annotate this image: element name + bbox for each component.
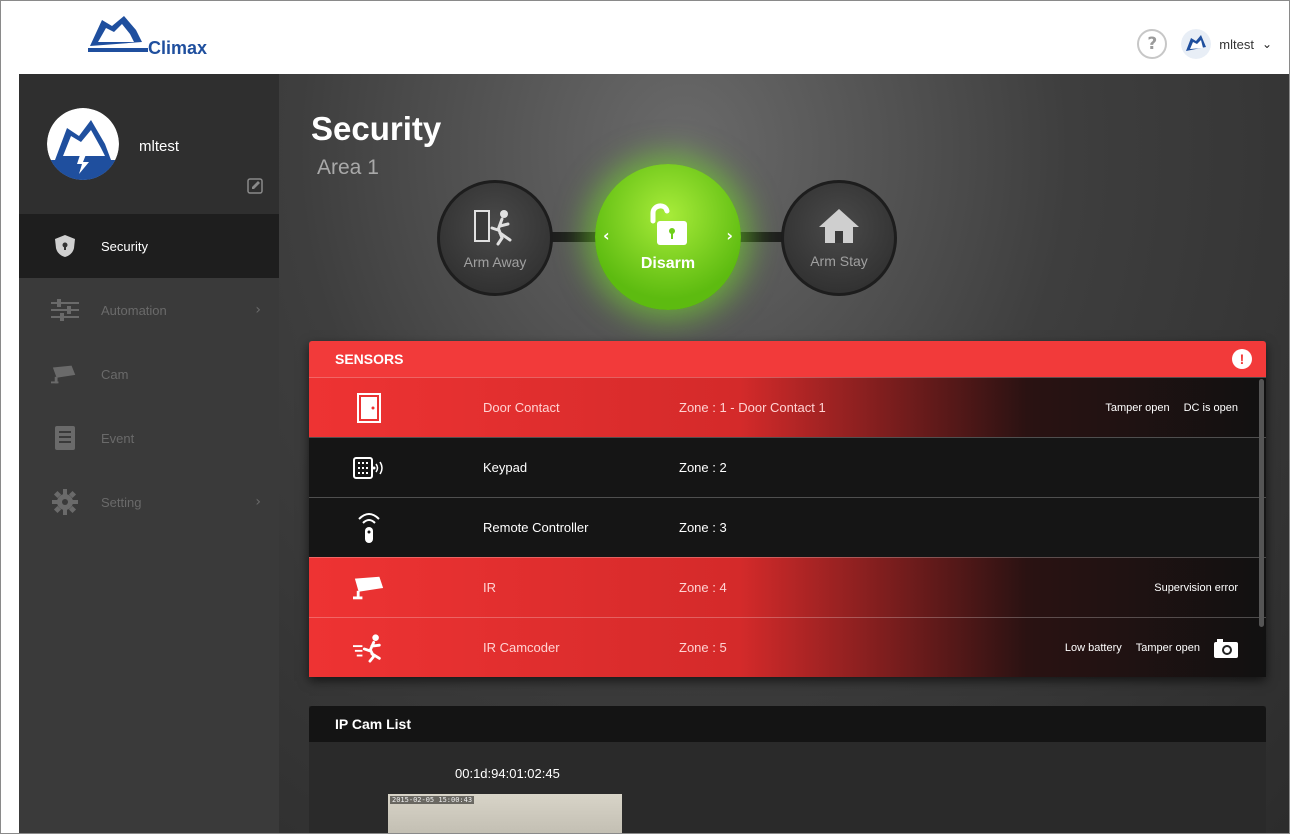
sensor-status: Low battery Tamper open: [1065, 638, 1238, 658]
sensor-name: IR Camcoder: [483, 640, 560, 655]
sidebar-item-label: Automation: [101, 302, 167, 318]
ipcam-title: IP Cam List: [335, 716, 411, 732]
chevron-right-icon[interactable]: ›: [726, 226, 733, 245]
camera-mac-address: 00:1d:94:01:02:45: [455, 766, 560, 781]
chevron-down-icon[interactable]: ⌄: [1262, 37, 1272, 51]
alert-icon[interactable]: !: [1232, 349, 1252, 369]
sidebar-item-security[interactable]: Security: [19, 214, 279, 278]
camera-icon: [51, 360, 79, 388]
sidebar-item-label: Security: [101, 238, 148, 254]
sensor-name: Keypad: [483, 460, 528, 475]
disarm-button[interactable]: Disarm ‹ ›: [595, 164, 741, 310]
arm-stay-label: Arm Stay: [810, 253, 868, 269]
status-text: Supervision error: [1154, 581, 1238, 594]
profile-avatar[interactable]: [47, 108, 119, 180]
sensor-name: Remote Controller: [483, 520, 589, 535]
sensor-zone: Zone : 4: [679, 580, 727, 595]
shield-icon: [51, 232, 79, 260]
remote-icon: [353, 512, 385, 544]
arm-stay-button[interactable]: Arm Stay: [781, 180, 897, 296]
sidebar-item-automation[interactable]: Automation ›: [19, 278, 279, 342]
exit-door-icon: [474, 210, 512, 246]
camera-thumbnail[interactable]: 2015-02-05 15:00:43: [388, 794, 622, 833]
sidebar: mltest Security Automation › Cam Event S…: [19, 74, 279, 833]
profile-username: mltest: [139, 138, 180, 155]
sensor-status: Supervision error: [1154, 582, 1238, 594]
keypad-icon: [353, 452, 385, 484]
sidebar-item-label: Setting: [101, 494, 142, 510]
unlocked-padlock-icon: [650, 203, 687, 245]
status-text: Tamper open: [1105, 401, 1170, 414]
sidebar-item-label: Event: [101, 430, 135, 446]
sensor-row[interactable]: Door Contact Zone : 1 - Door Contact 1 T…: [309, 377, 1266, 437]
status-text: Tamper open: [1135, 641, 1200, 654]
user-menu[interactable]: mltest ⌄: [1181, 29, 1272, 59]
sensors-header: SENSORS !: [309, 341, 1266, 377]
chevron-right-icon: ›: [255, 302, 261, 318]
help-icon[interactable]: ?: [1137, 29, 1168, 59]
disarm-label: Disarm: [640, 255, 696, 272]
edit-icon[interactable]: [247, 178, 263, 194]
app-window: Climax ? mltest ⌄ mltest Security Automa…: [0, 0, 1290, 834]
chevron-left-icon[interactable]: ‹: [603, 226, 610, 245]
sensor-zone: Zone : 5: [679, 640, 727, 655]
arm-away-button[interactable]: Arm Away: [437, 180, 553, 296]
sensors-scrollbar[interactable]: [1259, 379, 1264, 627]
sensor-status: Tamper open DC is open: [1105, 402, 1238, 414]
sensor-row[interactable]: Keypad Zone : 2: [309, 437, 1266, 497]
sidebar-item-cam[interactable]: Cam: [19, 342, 279, 406]
arm-away-label: Arm Away: [463, 254, 527, 270]
status-text: Low battery: [1064, 641, 1122, 654]
camera-timestamp: 2015-02-05 15:00:43: [390, 796, 475, 804]
gear-icon: [51, 488, 79, 516]
sensor-name: IR: [483, 580, 496, 595]
status-text: DC is open: [1183, 401, 1238, 414]
profile-card: mltest: [19, 74, 279, 214]
sidebar-item-event[interactable]: Event: [19, 406, 279, 470]
sensors-title: SENSORS: [335, 351, 404, 367]
running-man-icon: [353, 632, 385, 664]
door-icon: [353, 392, 385, 424]
sensor-zone: Zone : 1 - Door Contact 1: [679, 400, 826, 415]
ipcam-panel: IP Cam List 00:1d:94:01:02:45 2015-02-05…: [309, 706, 1266, 833]
main-content: Security Area 1 Arm Away Disarm ‹ › Arm …: [279, 74, 1289, 833]
top-right-controls: ? mltest ⌄: [1137, 28, 1272, 60]
sensor-zone: Zone : 3: [679, 520, 727, 535]
ipcam-header: IP Cam List: [309, 706, 1266, 742]
sensor-zone: Zone : 2: [679, 460, 727, 475]
user-name: mltest: [1219, 36, 1254, 52]
sensor-row[interactable]: Remote Controller Zone : 3: [309, 497, 1266, 557]
chevron-right-icon: ›: [255, 494, 261, 510]
logo-mascot-icon: [88, 16, 148, 52]
sidebar-item-label: Cam: [101, 366, 129, 382]
sensors-panel: SENSORS ! Door Contact Zone : 1 - Door C…: [309, 341, 1266, 677]
sliders-icon: [51, 296, 79, 324]
sensor-row[interactable]: IR Zone : 4 Supervision error: [309, 557, 1266, 617]
page-title: Security: [311, 110, 442, 147]
brand-name: Climax: [148, 38, 208, 58]
sensor-row[interactable]: IR Camcoder Zone : 5 Low battery Tamper …: [309, 617, 1266, 677]
sensor-name: Door Contact: [483, 400, 560, 415]
camera-snapshot-icon[interactable]: [1214, 638, 1238, 658]
area-name: Area 1: [317, 156, 379, 179]
home-icon: [819, 209, 859, 243]
top-bar: Climax ? mltest ⌄: [2, 2, 1289, 74]
sidebar-item-setting[interactable]: Setting ›: [19, 470, 279, 534]
user-avatar: [1181, 29, 1212, 59]
list-icon: [51, 424, 79, 452]
climax-logo[interactable]: Climax: [84, 12, 234, 64]
ir-camera-icon: [353, 572, 385, 604]
